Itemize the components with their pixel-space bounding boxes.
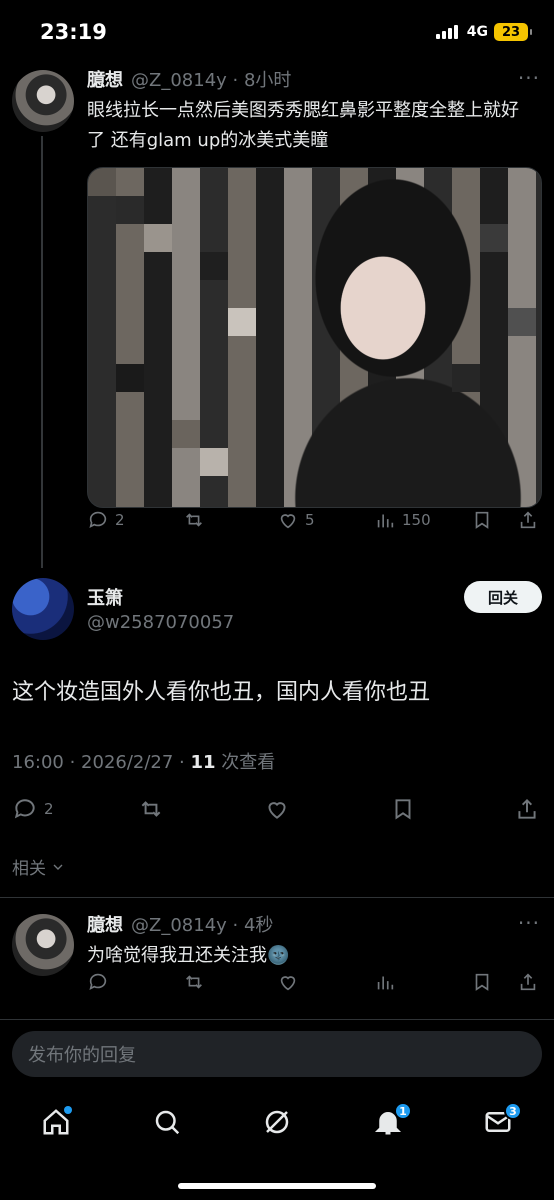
retweet-button[interactable] [183, 509, 205, 531]
status-indicators: 4G 23 [435, 23, 532, 41]
views-button[interactable] [374, 971, 396, 993]
heart-icon [268, 802, 286, 819]
share-button[interactable] [514, 796, 540, 822]
retweet-icon [141, 801, 161, 817]
views-label[interactable]: 次查看 [216, 752, 275, 773]
bookmark-icon [475, 973, 489, 991]
thread-line [41, 136, 43, 568]
author-name[interactable]: 臆想 [87, 911, 123, 937]
status-time: 23:19 [40, 20, 107, 44]
share-icon [520, 973, 536, 991]
share-icon [518, 798, 536, 819]
nav-messages[interactable]: 3 [468, 1096, 528, 1148]
reply-icon [89, 973, 107, 990]
messages-badge: 3 [504, 1102, 522, 1120]
divider [0, 897, 554, 898]
like-button[interactable]: 5 [277, 509, 315, 531]
reply-button[interactable] [87, 971, 109, 993]
grok-icon [265, 1110, 289, 1134]
avatar[interactable] [12, 914, 74, 976]
retweet-icon [186, 513, 202, 527]
battery-icon: 23 [494, 23, 532, 41]
retweet-button[interactable] [138, 796, 164, 822]
network-type: 4G [466, 24, 488, 40]
related-label: 相关 [12, 859, 46, 879]
author-handle[interactable]: @w2587070057 [87, 612, 234, 633]
share-icon [520, 511, 536, 529]
home-indicator [178, 1183, 376, 1189]
tweet-header: 臆想 @Z_0814y · 4秒 [87, 911, 273, 937]
divider [0, 1019, 554, 1020]
heart-icon [280, 976, 296, 991]
share-button[interactable] [517, 971, 539, 993]
notifications-badge: 1 [394, 1102, 412, 1120]
tweet-header: 臆想 @Z_0814y · 8小时 [87, 66, 291, 92]
reply-icon [14, 799, 35, 819]
reply-button[interactable]: 2 [87, 509, 125, 531]
more-icon[interactable]: ··· [518, 911, 540, 935]
avatar[interactable] [12, 70, 74, 132]
tweet-text: 这个妆造国外人看你也丑，国内人看你也丑 [12, 680, 431, 705]
author-name[interactable]: 玉箫 [87, 584, 123, 610]
heart-icon [280, 514, 296, 529]
nav-notifications[interactable]: 1 [358, 1096, 418, 1148]
chevron-down-icon [53, 864, 63, 870]
reply-input[interactable]: 发布你的回复 [12, 1031, 542, 1077]
tweet-text: 眼线拉长一点然后美图秀秀腮红鼻影平整度全整上就好了 还有glam up的冰美式美… [87, 100, 519, 151]
bookmark-button[interactable] [471, 971, 493, 993]
reply-count: 2 [115, 511, 125, 529]
bookmark-icon [475, 511, 489, 529]
signal-icon [435, 25, 458, 39]
nav-search[interactable] [137, 1096, 197, 1148]
retweet-button[interactable] [183, 971, 205, 993]
reply-icon [89, 511, 107, 528]
retweet-icon [186, 975, 202, 989]
tweet-meta: 16:00 · 2026/2/27 · 11 次查看 [12, 748, 275, 774]
views-count: 11 [190, 752, 216, 773]
like-button[interactable] [264, 796, 290, 822]
follow-back-button[interactable]: 回关 [464, 581, 542, 613]
bottom-nav: 1 3 [0, 1096, 554, 1148]
like-button[interactable] [277, 971, 299, 993]
home-unread-dot [64, 1106, 72, 1114]
bookmark-button[interactable] [471, 509, 493, 531]
focused-tweet-actions: 2 [0, 792, 554, 826]
related-toggle[interactable]: 相关 [12, 854, 66, 879]
tweet-image[interactable] [87, 167, 542, 508]
share-button[interactable] [517, 509, 539, 531]
tweet-timestamp: 16:00 · 2026/2/27 · [12, 752, 191, 773]
views-count: 150 [402, 511, 431, 529]
views-icon [377, 514, 394, 528]
avatar[interactable] [12, 578, 74, 640]
nav-grok[interactable] [247, 1096, 307, 1148]
views-icon [377, 976, 394, 990]
reply-button[interactable]: 2 [12, 796, 54, 822]
nav-home[interactable] [26, 1096, 86, 1148]
author-handle[interactable]: @Z_0814y · 4秒 [131, 911, 273, 937]
author-handle[interactable]: @Z_0814y · 8小时 [131, 66, 291, 92]
views-button[interactable]: 150 [374, 509, 431, 531]
author-name[interactable]: 臆想 [87, 66, 123, 92]
like-count: 5 [305, 511, 315, 529]
tweet-text: 为啥觉得我丑还关注我🌚 [87, 945, 290, 966]
search-icon [155, 1110, 180, 1135]
more-icon[interactable]: ··· [518, 66, 540, 90]
reply-count: 2 [44, 800, 54, 818]
bookmark-button[interactable] [390, 796, 416, 822]
bookmark-icon [395, 799, 411, 820]
